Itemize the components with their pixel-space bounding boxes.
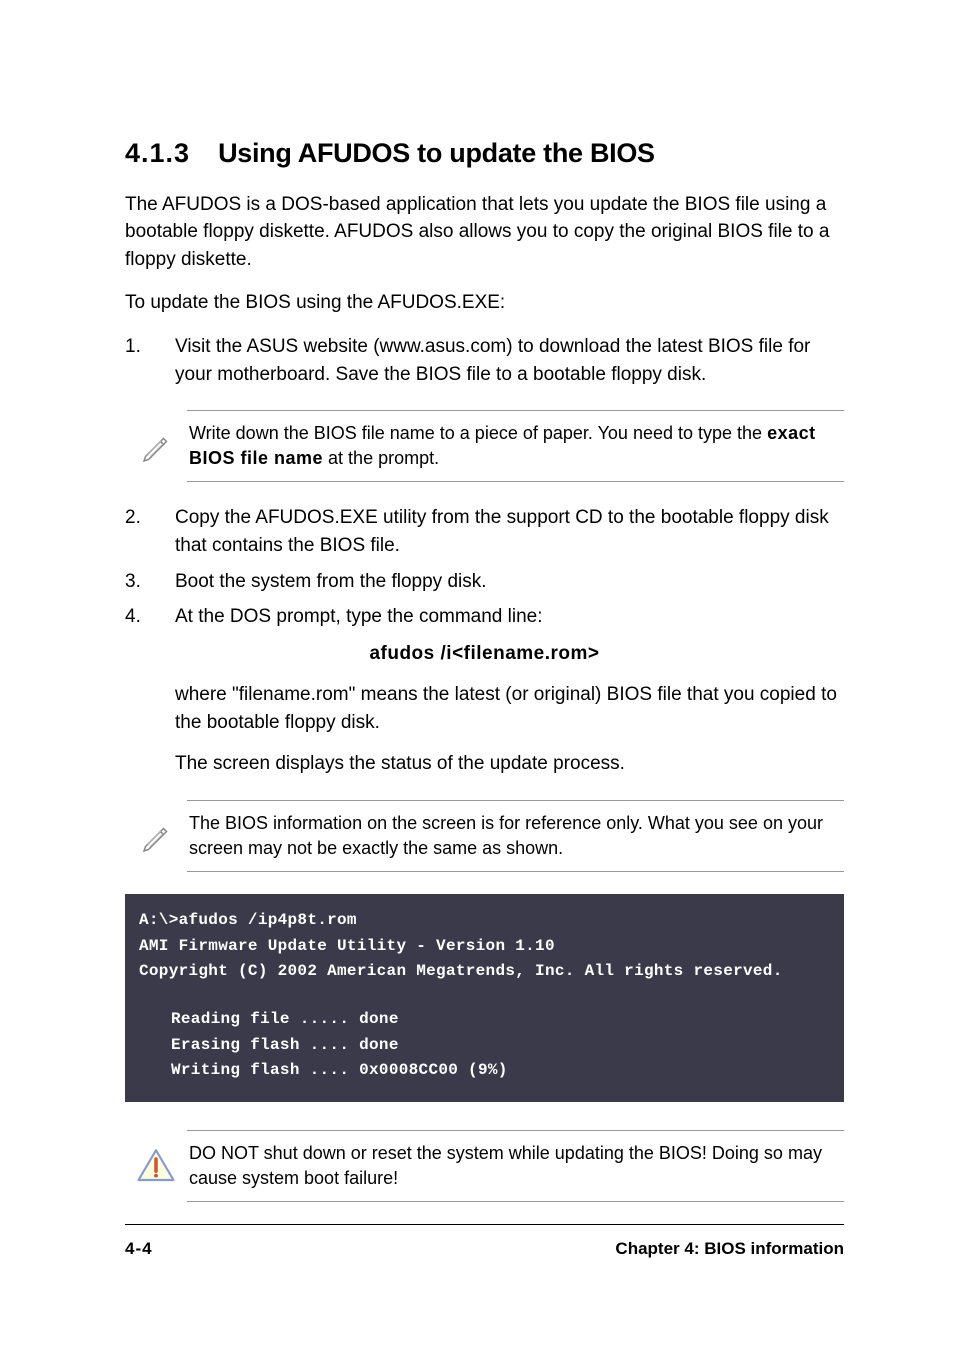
after-command-2: The screen displays the status of the up…: [175, 750, 844, 778]
pencil-icon: [125, 818, 187, 854]
command-line: afudos /i<filename.rom>: [125, 641, 844, 668]
intro-paragraph: The AFUDOS is a DOS-based application th…: [125, 191, 844, 274]
note-content: The BIOS information on the screen is fo…: [187, 800, 844, 872]
warning-icon: [125, 1145, 187, 1187]
note-content: Write down the BIOS file name to a piece…: [187, 410, 844, 482]
note-box-2: The BIOS information on the screen is fo…: [125, 800, 844, 872]
terminal-line: A:\>afudos /ip4p8t.rom: [139, 908, 830, 934]
section-heading: 4.1.3 Using AFUDOS to update the BIOS: [125, 135, 844, 173]
terminal-line: Erasing flash .... done: [139, 1033, 830, 1059]
note-text-post: at the prompt.: [323, 448, 439, 468]
note-text-pre: Write down the BIOS file name to a piece…: [189, 423, 767, 443]
step-text: At the DOS prompt, type the command line…: [175, 603, 844, 631]
step-number: 4.: [125, 603, 175, 631]
pencil-icon: [125, 428, 187, 464]
step-text: Boot the system from the floppy disk.: [175, 568, 844, 596]
terminal-output: A:\>afudos /ip4p8t.rom AMI Firmware Upda…: [125, 894, 844, 1102]
chapter-label: Chapter 4: BIOS information: [615, 1237, 844, 1261]
step-2: 2. Copy the AFUDOS.EXE utility from the …: [125, 504, 844, 559]
section-title: Using AFUDOS to update the BIOS: [218, 138, 655, 168]
warning-content: DO NOT shut down or reset the system whi…: [187, 1130, 844, 1202]
step-number: 3.: [125, 568, 175, 596]
note-box-1: Write down the BIOS file name to a piece…: [125, 410, 844, 482]
warning-box: DO NOT shut down or reset the system whi…: [125, 1130, 844, 1202]
terminal-line: Reading file ..... done: [139, 1007, 830, 1033]
step-4: 4. At the DOS prompt, type the command l…: [125, 603, 844, 631]
lead-paragraph: To update the BIOS using the AFUDOS.EXE:: [125, 289, 844, 317]
terminal-line: Copyright (C) 2002 American Megatrends, …: [139, 959, 830, 985]
page-footer: 4-4 Chapter 4: BIOS information: [125, 1224, 844, 1261]
terminal-line: Writing flash .... 0x0008CC00 (9%): [139, 1058, 830, 1084]
step-number: 1.: [125, 333, 175, 388]
step-text: Copy the AFUDOS.EXE utility from the sup…: [175, 504, 844, 559]
step-text: Visit the ASUS website (www.asus.com) to…: [175, 333, 844, 388]
after-command-1: where "filename.rom" means the latest (o…: [175, 681, 844, 736]
step-1: 1. Visit the ASUS website (www.asus.com)…: [125, 333, 844, 388]
step-number: 2.: [125, 504, 175, 559]
terminal-line: AMI Firmware Update Utility - Version 1.…: [139, 934, 830, 960]
page-number: 4-4: [125, 1237, 153, 1261]
section-number: 4.1.3: [125, 135, 190, 173]
step-3: 3. Boot the system from the floppy disk.: [125, 568, 844, 596]
